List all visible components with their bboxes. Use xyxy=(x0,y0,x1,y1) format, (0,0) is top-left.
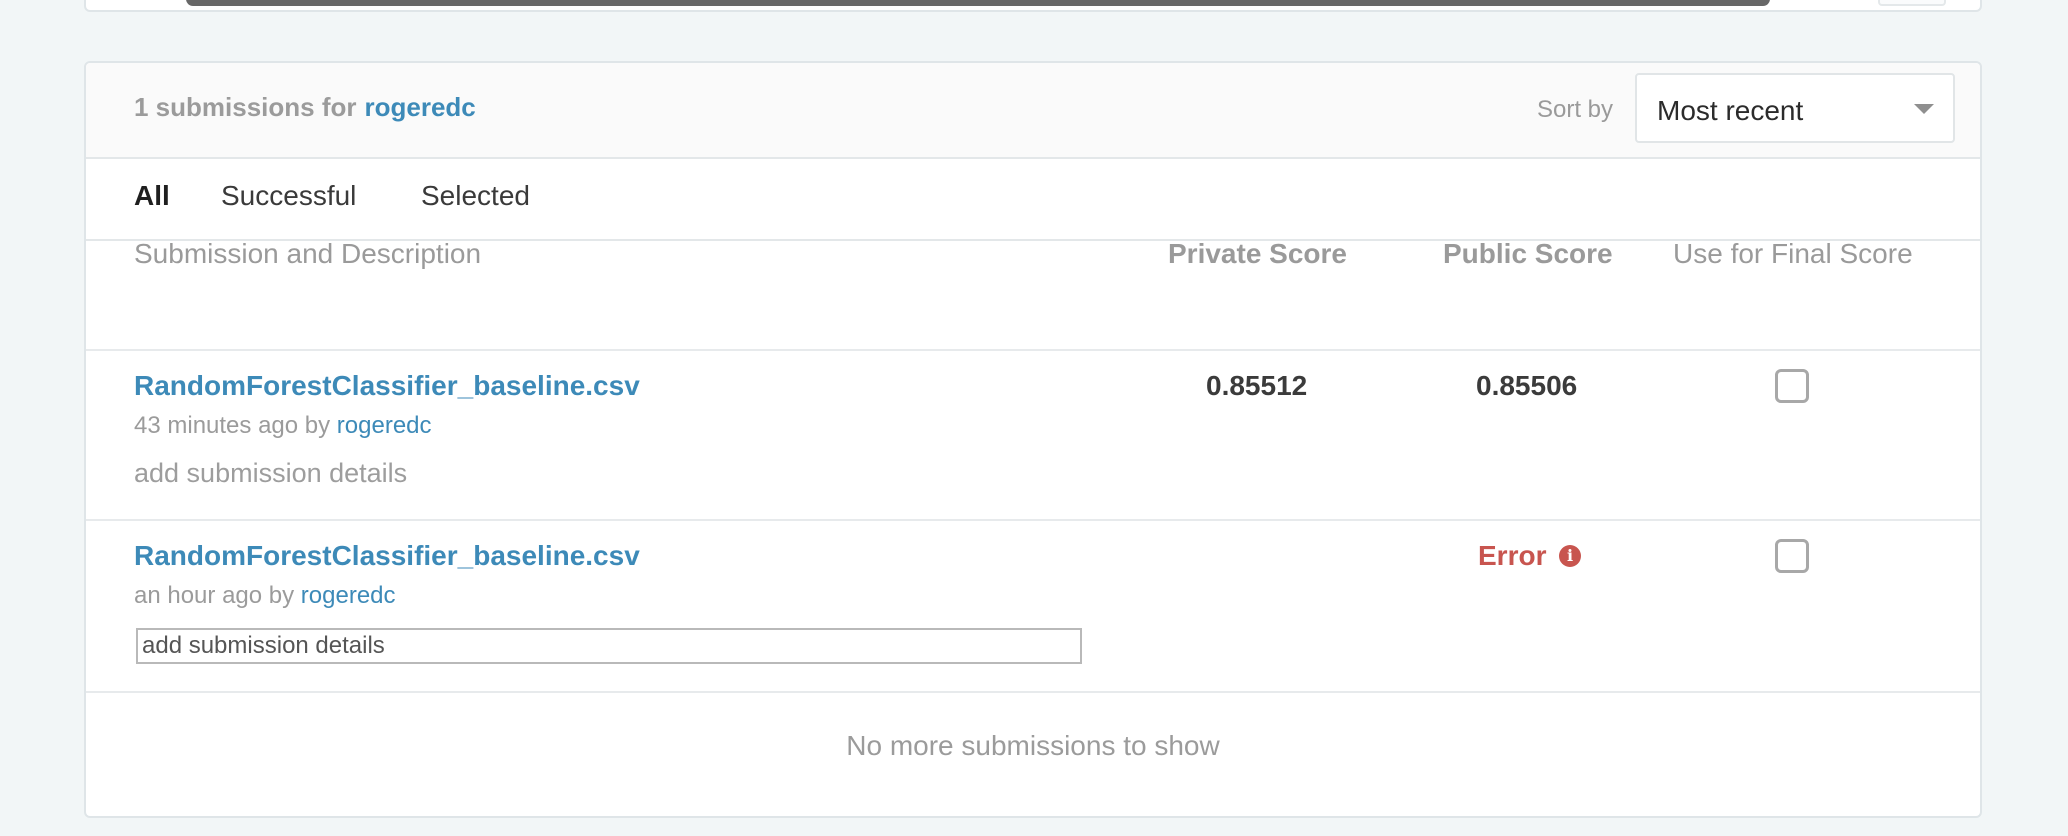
submissions-title: 1 submissions for rogeredc xyxy=(134,92,476,123)
submissions-count-label: 1 submissions for xyxy=(134,92,357,122)
tab-selected[interactable]: Selected xyxy=(421,180,530,212)
header-user-link[interactable]: rogeredc xyxy=(365,92,476,122)
column-header-submission: Submission and Description xyxy=(134,238,482,269)
no-more-submissions-message: No more submissions to show xyxy=(846,730,1220,761)
row-divider xyxy=(86,519,1980,521)
submission-meta: 43 minutes ago by rogeredc xyxy=(134,412,432,440)
submission-tabs: All Successful Selected xyxy=(86,159,1980,241)
submission-filename-link[interactable]: RandomForestClassifier_baseline.csv xyxy=(134,370,640,402)
caret-down-icon xyxy=(1914,104,1934,114)
submissions-panel: 1 submissions for rogeredc Sort by Most r… xyxy=(84,61,1982,818)
submission-time: 43 minutes ago by xyxy=(134,412,331,439)
sort-by-label: Sort by xyxy=(1537,96,1614,123)
private-score-value: 0.85512 xyxy=(1206,370,1308,401)
add-submission-details-link[interactable]: add submission details xyxy=(134,458,407,489)
horizontal-scrollbar[interactable] xyxy=(186,0,1770,6)
submission-user-link[interactable]: rogeredc xyxy=(337,412,432,439)
public-score-value: 0.85506 xyxy=(1476,370,1578,401)
use-for-final-score-checkbox[interactable] xyxy=(1775,539,1809,573)
scrollbar-button[interactable] xyxy=(1878,0,1946,6)
header-divider xyxy=(86,349,1980,351)
submission-meta: an hour ago by rogeredc xyxy=(134,582,396,610)
info-circle-icon[interactable]: i xyxy=(1559,545,1581,567)
submission-error-status: Error xyxy=(1478,540,1547,571)
submission-user-link[interactable]: rogeredc xyxy=(301,582,396,609)
submissions-header: 1 submissions for rogeredc Sort by Most r… xyxy=(86,63,1980,159)
submission-time: an hour ago by xyxy=(134,582,295,609)
use-for-final-score-checkbox[interactable] xyxy=(1775,369,1809,403)
row-divider xyxy=(86,691,1980,693)
column-header-public-score: Public Score xyxy=(1443,238,1613,269)
sort-select-value: Most recent xyxy=(1657,95,1804,126)
sort-select[interactable]: Most recent xyxy=(1635,73,1955,143)
submission-details-input[interactable] xyxy=(136,628,1082,664)
column-header-private-score: Private Score xyxy=(1168,238,1347,269)
tab-successful[interactable]: Successful xyxy=(221,180,356,212)
column-header-use-for-final-score: Use for Final Score xyxy=(1673,238,1913,269)
tab-all[interactable]: All xyxy=(134,180,170,212)
submission-filename-link[interactable]: RandomForestClassifier_baseline.csv xyxy=(134,540,640,572)
